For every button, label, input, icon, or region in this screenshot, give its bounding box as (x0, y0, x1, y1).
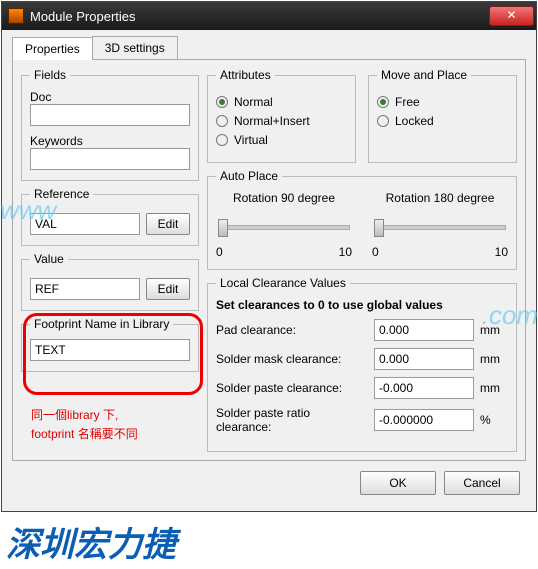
reference-legend: Reference (30, 187, 93, 201)
radio-normal[interactable]: Normal (216, 95, 347, 109)
attributes-group: Attributes Normal Normal+Insert Virtual (207, 68, 356, 163)
left-column: Fields Doc Keywords Reference Edit Value (21, 68, 199, 452)
attributes-legend: Attributes (216, 68, 275, 82)
close-button[interactable]: ✕ (489, 6, 534, 26)
reference-group: Reference Edit (21, 187, 199, 246)
slider-thumb[interactable] (218, 219, 228, 237)
slider-thumb[interactable] (374, 219, 384, 237)
mask-clearance-label: Solder mask clearance: (216, 352, 368, 366)
clearance-legend: Local Clearance Values (216, 276, 350, 290)
value-input[interactable] (30, 278, 140, 300)
rot180-slider[interactable] (374, 215, 506, 237)
value-legend: Value (30, 252, 68, 266)
ok-button[interactable]: OK (360, 471, 436, 495)
mask-clearance-input[interactable] (374, 348, 474, 370)
footprint-name-group: Footprint Name in Library (21, 317, 199, 372)
fields-legend: Fields (30, 68, 70, 82)
pad-clearance-input[interactable] (374, 319, 474, 341)
value-group: Value Edit (21, 252, 199, 311)
radio-normal-insert[interactable]: Normal+Insert (216, 114, 347, 128)
ratio-clearance-label: Solder paste ratio clearance: (216, 406, 368, 434)
move-place-legend: Move and Place (377, 68, 471, 82)
right-column: Attributes Normal Normal+Insert Virtual … (207, 68, 517, 452)
radio-icon (377, 96, 389, 108)
radio-virtual[interactable]: Virtual (216, 133, 347, 147)
brand-watermark: 深圳宏力捷 (6, 517, 176, 566)
rot90-slider[interactable] (218, 215, 350, 237)
window-title: Module Properties (30, 9, 489, 24)
app-icon (8, 8, 24, 24)
tab-body: Fields Doc Keywords Reference Edit Value (12, 60, 526, 461)
radio-locked[interactable]: Locked (377, 114, 508, 128)
keywords-input[interactable] (30, 148, 190, 170)
radio-icon (216, 134, 228, 146)
clearance-group: Local Clearance Values Set clearances to… (207, 276, 517, 452)
tab-strip: Properties 3D settings (12, 36, 526, 60)
move-place-group: Move and Place Free Locked (368, 68, 517, 163)
value-edit-button[interactable]: Edit (146, 278, 190, 300)
auto-place-legend: Auto Place (216, 169, 282, 183)
fields-group: Fields Doc Keywords (21, 68, 199, 181)
doc-input[interactable] (30, 104, 190, 126)
paste-clearance-input[interactable] (374, 377, 474, 399)
cancel-button[interactable]: Cancel (444, 471, 520, 495)
paste-clearance-label: Solder paste clearance: (216, 381, 368, 395)
annotation-text: 同一個library 下, footprint 名稱要不同 (31, 406, 138, 444)
reference-edit-button[interactable]: Edit (146, 213, 190, 235)
radio-free[interactable]: Free (377, 95, 508, 109)
auto-place-group: Auto Place Rotation 90 degree 010 Rotati… (207, 169, 517, 270)
radio-icon (216, 96, 228, 108)
tab-properties[interactable]: Properties (12, 37, 93, 60)
clearance-hint: Set clearances to 0 to use global values (216, 298, 508, 312)
radio-icon (216, 115, 228, 127)
tab-3d-settings[interactable]: 3D settings (92, 36, 178, 59)
reference-input[interactable] (30, 213, 140, 235)
rot180-label: Rotation 180 degree (372, 191, 508, 205)
keywords-label: Keywords (30, 134, 190, 148)
title-bar[interactable]: Module Properties ✕ (2, 2, 536, 30)
doc-label: Doc (30, 90, 190, 104)
footprint-name-legend: Footprint Name in Library (30, 317, 173, 331)
ratio-clearance-input[interactable] (374, 409, 474, 431)
radio-icon (377, 115, 389, 127)
dialog-buttons: OK Cancel (12, 461, 526, 501)
rot90-label: Rotation 90 degree (216, 191, 352, 205)
footprint-name-input[interactable] (30, 339, 190, 361)
pad-clearance-label: Pad clearance: (216, 323, 368, 337)
